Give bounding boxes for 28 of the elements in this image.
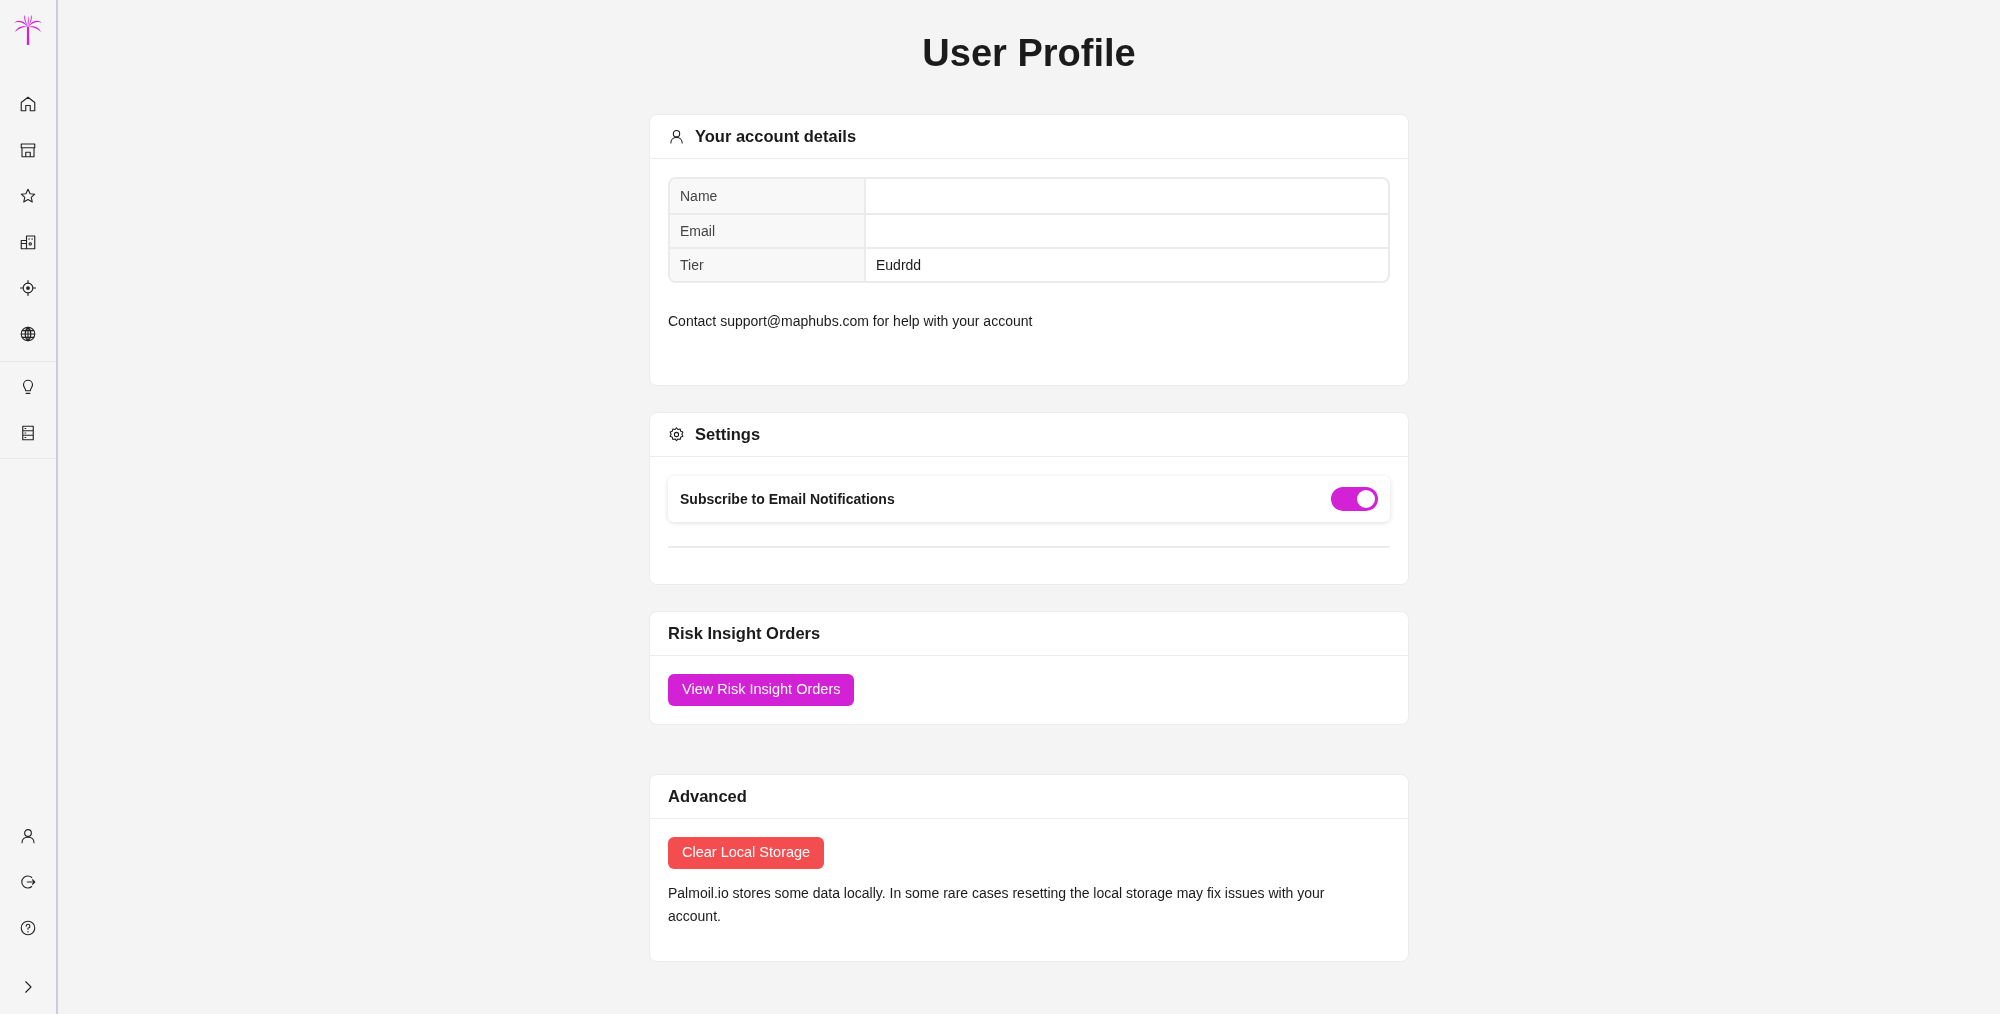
field-value: Eudrdd xyxy=(875,255,923,275)
setting-label: Subscribe to Email Notifications xyxy=(680,489,895,509)
storage-note: Palmoil.io stores some data locally. In some rare cases resetting the local storage may fix issues with your account. xyxy=(668,884,1326,926)
settings-icon xyxy=(668,426,685,443)
server-icon[interactable] xyxy=(19,424,37,442)
home-icon[interactable] xyxy=(19,95,37,113)
logout-icon[interactable] xyxy=(19,873,37,891)
card-title: Advanced xyxy=(668,786,747,807)
toggle-switch[interactable] xyxy=(1331,487,1378,511)
crosshair-icon[interactable] xyxy=(19,279,37,297)
palm-tree-logo[interactable] xyxy=(12,14,44,46)
view-orders-button[interactable]: View Risk Insight Orders xyxy=(668,674,855,706)
star-icon[interactable] xyxy=(19,187,37,205)
card-title: Settings xyxy=(695,424,761,445)
buildings-icon[interactable] xyxy=(19,233,37,251)
contact-note: Contact support@maphubs.com for help with your account xyxy=(668,312,1034,331)
help-icon[interactable] xyxy=(19,919,37,937)
globe-icon[interactable] xyxy=(19,325,37,343)
user-icon[interactable] xyxy=(19,827,37,845)
card-title: Risk Insight Orders xyxy=(668,623,821,644)
field-label: Email xyxy=(670,215,866,247)
storefront-icon[interactable] xyxy=(19,141,37,159)
clear-storage-button[interactable]: Clear Local Storage xyxy=(668,837,825,869)
card-title: Your account details xyxy=(695,126,857,147)
field-label: Name xyxy=(670,179,866,213)
field-label: Tier xyxy=(670,249,866,281)
page-title: User Profile xyxy=(922,31,1136,76)
user-icon xyxy=(668,128,685,145)
